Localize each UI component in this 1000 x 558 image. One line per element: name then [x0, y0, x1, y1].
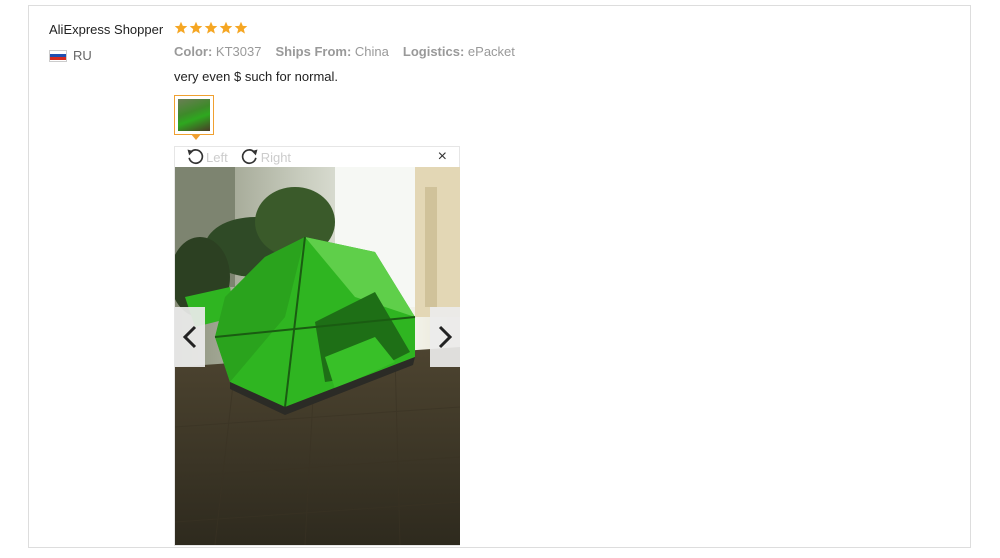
star-icon [174, 21, 188, 34]
attribute-key: Logistics: [402, 44, 465, 59]
photo-viewer: Left Right × [174, 146, 460, 546]
attribute-ships-from: Ships From: China [275, 44, 388, 59]
rotate-left-button[interactable]: Left [185, 147, 228, 167]
rotate-right-button[interactable]: Right [240, 147, 291, 167]
review-card: AliExpress Shopper RU Color: KT3037 Ship… [28, 5, 971, 548]
review-photo-thumbnail[interactable] [174, 95, 214, 140]
attribute-value: ePacket [467, 44, 515, 59]
attribute-color: Color: KT3037 [174, 44, 261, 59]
rotate-toolbar: Left Right [185, 147, 291, 167]
attribute-key: Ships From: [275, 44, 352, 59]
reviewer-country: RU [49, 48, 92, 63]
rotate-left-icon [187, 149, 204, 164]
attribute-value: China [354, 44, 389, 59]
close-icon[interactable]: × [438, 149, 447, 165]
attribute-logistics: Logistics: ePacket [403, 44, 515, 59]
rotate-right-icon [241, 149, 258, 164]
chevron-left-icon [182, 325, 197, 349]
review-photo [175, 167, 460, 545]
attribute-value: KT3037 [215, 44, 262, 59]
star-icon [234, 21, 248, 34]
next-photo-button[interactable] [430, 307, 460, 367]
attribute-key: Color: [174, 44, 213, 59]
star-icon [189, 21, 203, 34]
rotate-right-label: Right [260, 149, 292, 165]
review-attributes: Color: KT3037 Ships From: China Logistic… [174, 44, 515, 59]
thumbnail-image [178, 99, 210, 131]
review-text: very even $ such for normal. [174, 69, 339, 84]
rating-stars [174, 21, 248, 35]
rotate-left-label: Left [206, 149, 228, 165]
reviewer-name: AliExpress Shopper [49, 22, 164, 37]
star-icon [219, 21, 233, 34]
previous-photo-button[interactable] [175, 307, 205, 367]
star-icon [204, 21, 218, 34]
thumbnail-selected-caret [191, 134, 201, 140]
country-code: RU [73, 48, 92, 63]
flag-icon [49, 49, 67, 62]
chevron-right-icon [438, 325, 453, 349]
tent-photo-illustration [175, 167, 460, 545]
